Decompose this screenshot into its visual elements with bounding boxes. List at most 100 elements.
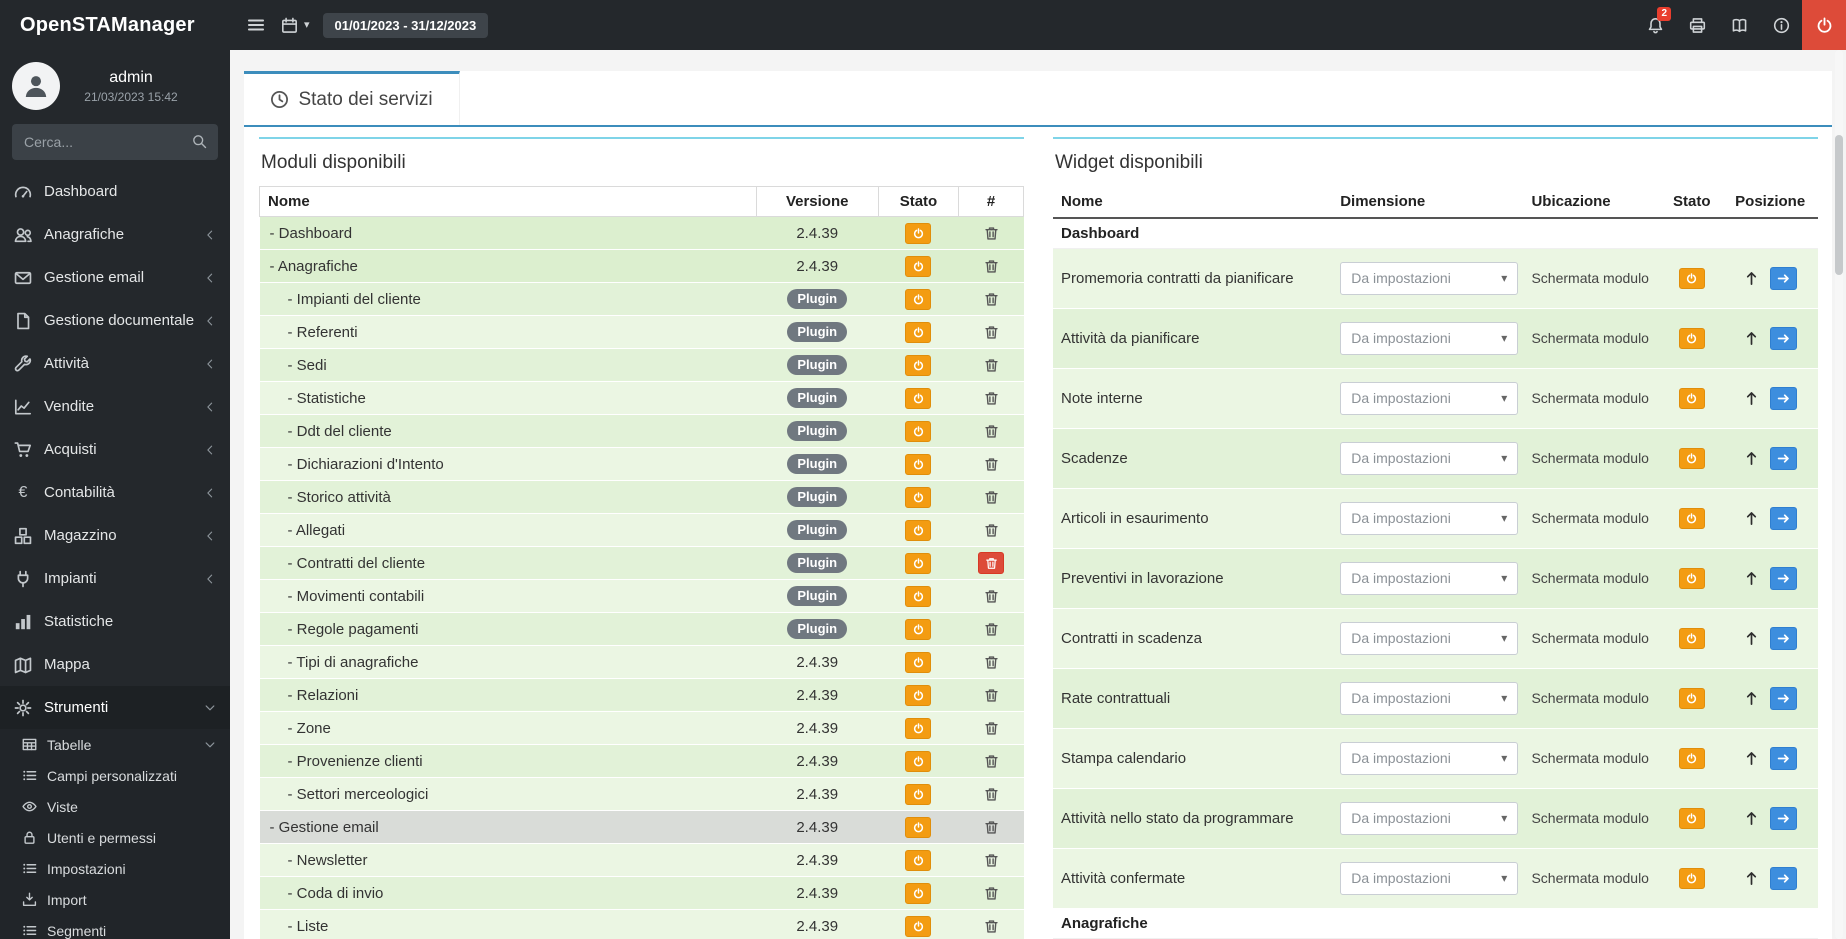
move-up-button[interactable] bbox=[1744, 691, 1759, 706]
module-toggle-button[interactable] bbox=[905, 453, 932, 475]
sidebar-item-contabilita[interactable]: € Contabilità bbox=[0, 471, 230, 514]
move-up-button[interactable] bbox=[1744, 751, 1759, 766]
sidebar-item-gestione-email[interactable]: Gestione email bbox=[0, 256, 230, 299]
widget-toggle-button[interactable] bbox=[1678, 627, 1705, 649]
widget-toggle-button[interactable] bbox=[1678, 507, 1705, 529]
module-toggle-button[interactable] bbox=[905, 420, 932, 442]
move-up-button[interactable] bbox=[1744, 271, 1759, 286]
sidebar-item-campi-personalizzati[interactable]: Campi personalizzati bbox=[0, 760, 230, 791]
dimension-select[interactable]: Da impostazioni ▾ bbox=[1340, 321, 1519, 355]
move-up-button[interactable] bbox=[1744, 811, 1759, 826]
sidebar-item-attivita[interactable]: Attività bbox=[0, 342, 230, 385]
module-delete-button[interactable] bbox=[978, 519, 1004, 541]
module-toggle-button[interactable] bbox=[905, 618, 932, 640]
sidebar-item-statistiche[interactable]: Statistiche bbox=[0, 600, 230, 643]
move-up-button[interactable] bbox=[1744, 871, 1759, 886]
widget-toggle-button[interactable] bbox=[1678, 687, 1705, 709]
sidebar-item-gestione-documentale[interactable]: Gestione documentale bbox=[0, 299, 230, 342]
module-delete-button[interactable] bbox=[978, 321, 1004, 343]
search-icon[interactable] bbox=[192, 134, 207, 149]
move-up-button[interactable] bbox=[1744, 451, 1759, 466]
logout-button[interactable] bbox=[1802, 0, 1846, 50]
dimension-select[interactable]: Da impostazioni ▾ bbox=[1340, 441, 1519, 475]
sidebar-item-utenti-e-permessi[interactable]: Utenti e permessi bbox=[0, 822, 230, 853]
open-widget-button[interactable] bbox=[1769, 446, 1797, 470]
module-delete-button[interactable] bbox=[978, 420, 1004, 442]
sidebar-item-magazzino[interactable]: Magazzino bbox=[0, 514, 230, 557]
open-widget-button[interactable] bbox=[1769, 386, 1797, 410]
move-up-button[interactable] bbox=[1744, 331, 1759, 346]
open-widget-button[interactable] bbox=[1769, 686, 1797, 710]
sidebar-toggle-button[interactable] bbox=[246, 15, 266, 35]
module-delete-button[interactable] bbox=[978, 288, 1004, 310]
open-widget-button[interactable] bbox=[1769, 326, 1797, 350]
module-delete-button[interactable] bbox=[978, 684, 1004, 706]
module-toggle-button[interactable] bbox=[905, 882, 932, 904]
sidebar-item-viste[interactable]: Viste bbox=[0, 791, 230, 822]
open-widget-button[interactable] bbox=[1769, 866, 1797, 890]
print-button[interactable] bbox=[1676, 0, 1718, 50]
module-delete-button[interactable] bbox=[978, 618, 1004, 640]
open-widget-button[interactable] bbox=[1769, 566, 1797, 590]
open-widget-button[interactable] bbox=[1769, 746, 1797, 770]
module-toggle-button[interactable] bbox=[905, 288, 932, 310]
sidebar-item-strumenti[interactable]: Strumenti bbox=[0, 686, 230, 729]
open-widget-button[interactable] bbox=[1769, 506, 1797, 530]
sidebar-item-anagrafiche[interactable]: Anagrafiche bbox=[0, 213, 230, 256]
sidebar-item-tabelle[interactable]: Tabelle bbox=[0, 729, 230, 760]
tab-stato-dei-servizi[interactable]: Stato dei servizi bbox=[244, 71, 460, 125]
widget-toggle-button[interactable] bbox=[1678, 567, 1705, 589]
module-delete-button[interactable] bbox=[978, 849, 1004, 871]
module-delete-button[interactable] bbox=[978, 816, 1004, 838]
calendar-button[interactable] bbox=[279, 15, 299, 35]
sidebar-item-dashboard[interactable]: Dashboard bbox=[0, 170, 230, 213]
module-delete-button[interactable] bbox=[978, 255, 1004, 277]
module-toggle-button[interactable] bbox=[905, 222, 932, 244]
sidebar-item-impianti[interactable]: Impianti bbox=[0, 557, 230, 600]
notifications-button[interactable]: 2 bbox=[1634, 0, 1676, 50]
module-delete-button[interactable] bbox=[978, 552, 1005, 574]
module-delete-button[interactable] bbox=[978, 750, 1004, 772]
module-toggle-button[interactable] bbox=[905, 651, 932, 673]
module-delete-button[interactable] bbox=[978, 387, 1004, 409]
widget-toggle-button[interactable] bbox=[1678, 867, 1705, 889]
move-up-button[interactable] bbox=[1744, 391, 1759, 406]
module-delete-button[interactable] bbox=[978, 651, 1004, 673]
module-delete-button[interactable] bbox=[978, 222, 1004, 244]
module-delete-button[interactable] bbox=[978, 915, 1004, 937]
dimension-select[interactable]: Da impostazioni ▾ bbox=[1340, 501, 1519, 535]
open-widget-button[interactable] bbox=[1769, 806, 1797, 830]
dimension-select[interactable]: Da impostazioni ▾ bbox=[1340, 741, 1519, 775]
dimension-select[interactable]: Da impostazioni ▾ bbox=[1340, 381, 1519, 415]
widget-toggle-button[interactable] bbox=[1678, 747, 1705, 769]
module-toggle-button[interactable] bbox=[905, 783, 932, 805]
sidebar-item-vendite[interactable]: Vendite bbox=[0, 385, 230, 428]
search-input[interactable] bbox=[12, 124, 218, 160]
dimension-select[interactable]: Da impostazioni ▾ bbox=[1340, 621, 1519, 655]
dimension-select[interactable]: Da impostazioni ▾ bbox=[1340, 681, 1519, 715]
module-delete-button[interactable] bbox=[978, 354, 1004, 376]
module-delete-button[interactable] bbox=[978, 783, 1004, 805]
app-logo[interactable]: OpenSTAManager bbox=[0, 0, 230, 50]
info-button[interactable] bbox=[1760, 0, 1802, 50]
module-delete-button[interactable] bbox=[978, 453, 1004, 475]
widget-toggle-button[interactable] bbox=[1678, 807, 1705, 829]
sidebar-item-mappa[interactable]: Mappa bbox=[0, 643, 230, 686]
module-delete-button[interactable] bbox=[978, 717, 1004, 739]
sidebar-item-impostazioni[interactable]: Impostazioni bbox=[0, 853, 230, 884]
module-toggle-button[interactable] bbox=[905, 552, 932, 574]
move-up-button[interactable] bbox=[1744, 571, 1759, 586]
widget-toggle-button[interactable] bbox=[1678, 267, 1705, 289]
dimension-select[interactable]: Da impostazioni ▾ bbox=[1340, 561, 1519, 595]
open-widget-button[interactable] bbox=[1769, 266, 1797, 290]
scrollbar[interactable] bbox=[1835, 50, 1843, 939]
module-toggle-button[interactable] bbox=[905, 255, 932, 277]
module-toggle-button[interactable] bbox=[905, 750, 932, 772]
module-toggle-button[interactable] bbox=[905, 519, 932, 541]
sidebar-item-segmenti[interactable]: Segmenti bbox=[0, 915, 230, 939]
module-toggle-button[interactable] bbox=[905, 585, 932, 607]
module-delete-button[interactable] bbox=[978, 882, 1004, 904]
sidebar-item-acquisti[interactable]: Acquisti bbox=[0, 428, 230, 471]
dimension-select[interactable]: Da impostazioni ▾ bbox=[1340, 261, 1519, 295]
module-toggle-button[interactable] bbox=[905, 387, 932, 409]
